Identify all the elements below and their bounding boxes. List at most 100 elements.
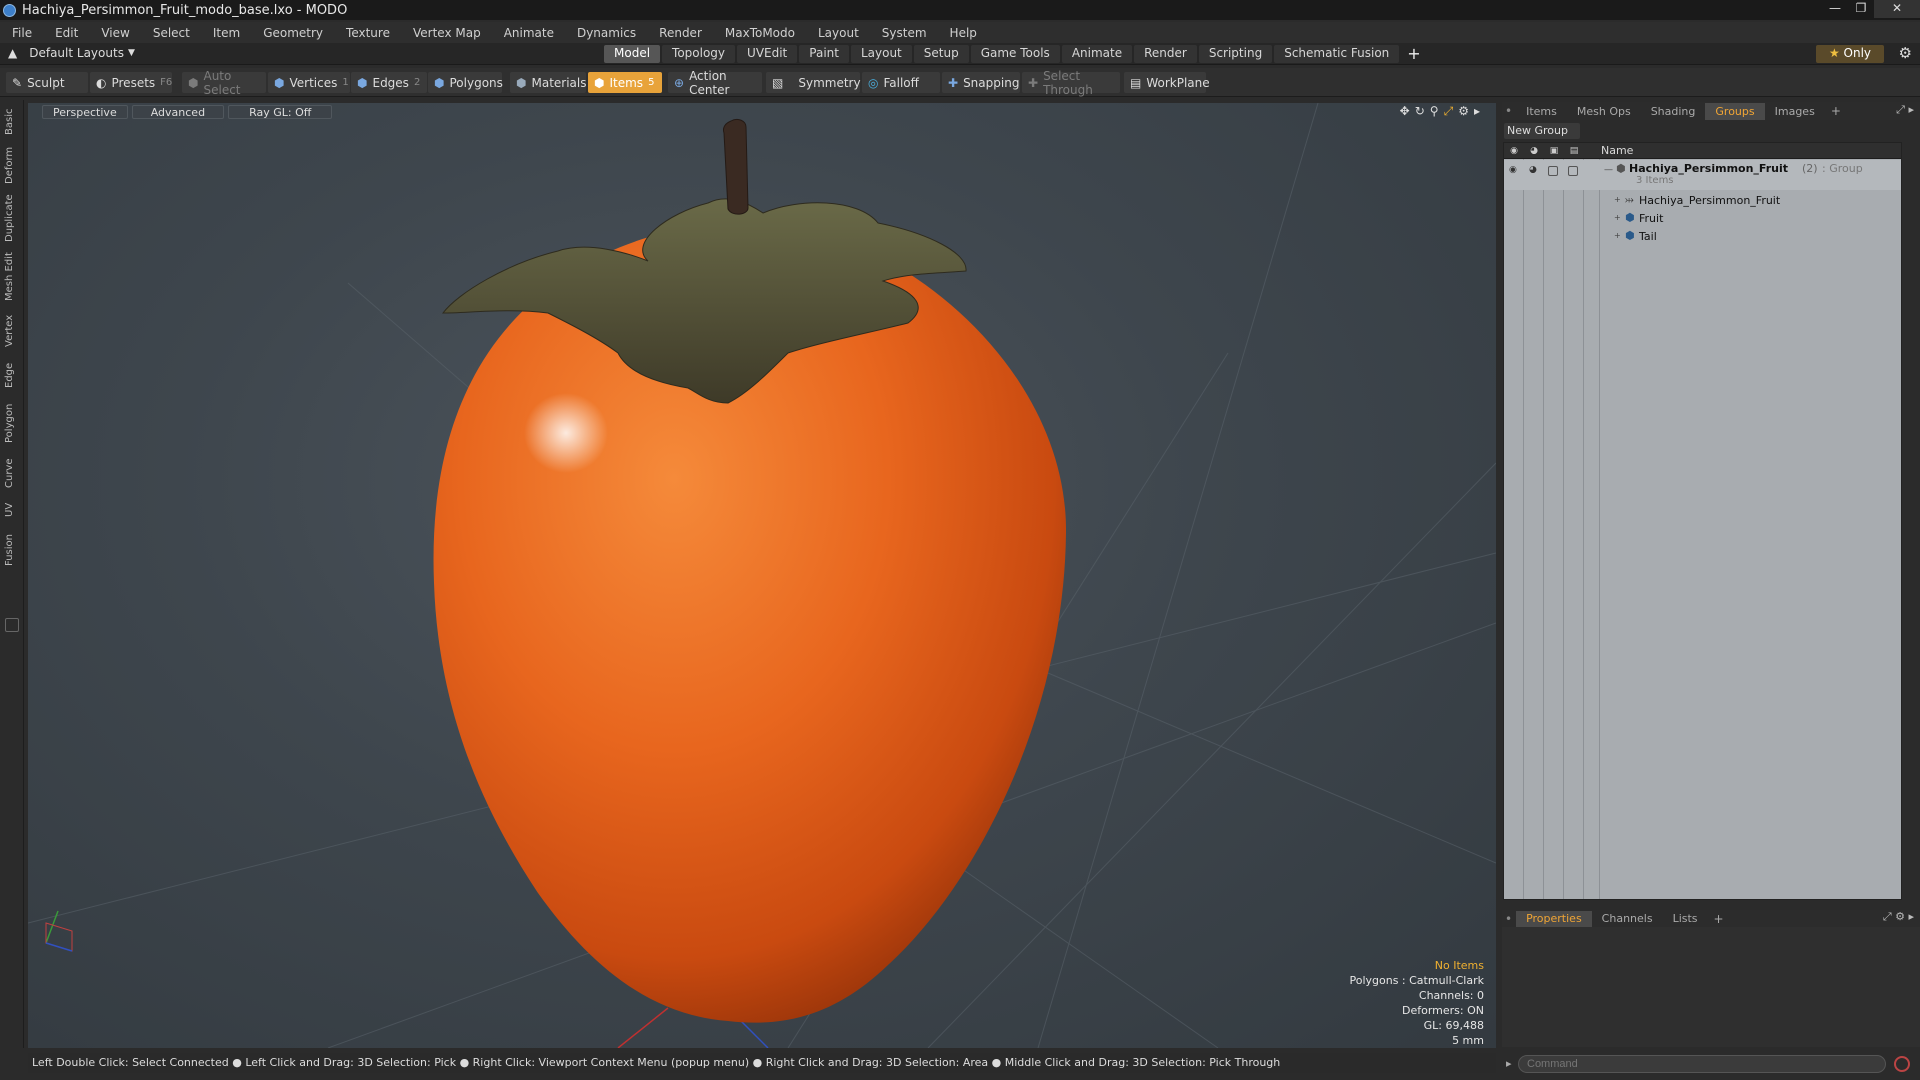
strip-toggle-button[interactable] [5,618,19,632]
sculpt-button[interactable]: ✎ Sculpt [6,72,88,93]
render-icon[interactable]: ◕ [1529,165,1537,175]
vtab-uv[interactable]: UV [4,498,20,522]
3d-viewport[interactable]: Perspective Advanced Ray GL: Off ✥ ↻ ⚲ ⤢… [28,103,1496,1048]
menu-help[interactable]: Help [950,26,977,40]
viewport-view-button[interactable]: Perspective [42,105,128,119]
tab-render[interactable]: Render [1134,45,1197,63]
tab-game-tools[interactable]: Game Tools [970,45,1060,63]
command-history-icon[interactable]: ▸ [1506,1057,1512,1070]
presets-button[interactable]: ◐ Presets F6 [90,72,172,93]
snapping-button[interactable]: ✚ Snapping [942,72,1020,93]
expand-icon[interactable]: + [1614,195,1621,204]
menu-geometry[interactable]: Geometry [263,26,323,40]
expand-icon[interactable]: + [1614,231,1621,240]
menu-item[interactable]: Item [213,26,240,40]
falloff-button[interactable]: ◎ Falloff [862,72,940,93]
raygl-button[interactable]: Ray GL: Off [228,105,333,119]
maximize-button[interactable]: ❐ [1848,0,1874,18]
tab-topology[interactable]: Topology [662,45,736,63]
rotate-view-icon[interactable]: ↻ [1415,104,1425,119]
collapse-icon[interactable]: — [1604,165,1613,175]
tab-layout[interactable]: Layout [850,45,912,63]
list-item[interactable]: + ⤔ Hachiya_Persimmon_Fruit [1504,192,1901,210]
tab-properties[interactable]: Properties [1516,910,1592,927]
vtab-curve[interactable]: Curve [4,454,20,492]
viewport-settings-icon[interactable]: ⚙ [1458,104,1469,119]
symmetry-button[interactable]: ▧ Symmetry [766,72,861,93]
panel-expand-icon[interactable]: ⤢ ⚙ ▸ [1883,910,1914,924]
close-button[interactable]: ✕ [1874,0,1920,18]
new-group-button[interactable]: New Group [1504,123,1580,139]
tab-paint[interactable]: Paint [799,45,849,63]
add-panel-tab-icon[interactable]: + [1708,912,1730,926]
menu-file[interactable]: File [12,26,32,40]
items-button[interactable]: ⬢ Items 5 [588,72,662,93]
group-row[interactable]: ◉ ◕ — ⬢ Hachiya_Persimmon_Fruit (2) : Gr… [1504,160,1901,190]
menu-maxtomodo[interactable]: MaxToModo [725,26,795,40]
select-column-icon[interactable]: ▤ [1567,144,1581,158]
menu-texture[interactable]: Texture [346,26,390,40]
minimize-button[interactable]: — [1822,0,1848,18]
vtab-fusion[interactable]: Fusion [4,530,20,570]
fit-view-icon[interactable]: ⤢ [1444,104,1454,119]
menu-edit[interactable]: Edit [55,26,78,40]
default-layouts-dropdown[interactable]: ▲ Default Layouts ▼ [8,46,135,60]
tab-lists[interactable]: Lists [1663,911,1708,927]
menu-animate[interactable]: Animate [504,26,554,40]
tab-animate[interactable]: Animate [1061,45,1133,63]
tab-setup[interactable]: Setup [913,45,969,63]
zoom-view-icon[interactable]: ⚲ [1430,104,1439,119]
tab-mesh-ops[interactable]: Mesh Ops [1567,103,1641,120]
tab-items[interactable]: Items [1516,103,1567,120]
tab-schematic-fusion[interactable]: Schematic Fusion [1274,45,1400,63]
vtab-mesh-edit[interactable]: Mesh Edit [4,250,20,304]
expand-icon[interactable]: + [1614,213,1621,222]
menu-system[interactable]: System [882,26,927,40]
select-toggle[interactable] [1568,166,1578,176]
eye-icon[interactable]: ◉ [1509,165,1517,175]
tab-images[interactable]: Images [1765,103,1825,120]
edges-button[interactable]: ⬢ Edges 2 [351,72,427,93]
menu-vertex-map[interactable]: Vertex Map [413,26,481,40]
auto-select-button[interactable]: ⬢ Auto Select [182,69,266,97]
polygons-button[interactable]: ⬢ Polygons [428,72,503,93]
action-center-button[interactable]: ⊕ Action Center [668,69,762,97]
menu-select[interactable]: Select [153,26,190,40]
command-input[interactable] [1518,1055,1886,1073]
visibility-column-icon[interactable]: ◉ [1507,144,1521,158]
persimmon-stem[interactable] [723,118,749,215]
menu-render[interactable]: Render [659,26,702,40]
tab-scripting[interactable]: Scripting [1198,45,1273,63]
viewport-expand-icon[interactable]: ▸ [1474,104,1480,119]
vtab-polygon[interactable]: Polygon [4,398,20,448]
panel-expand-icon[interactable]: ⤢ ▸ [1896,103,1914,117]
vtab-deform[interactable]: Deform [4,144,20,186]
lock-column-icon[interactable]: ▣ [1547,144,1561,158]
vtab-edge[interactable]: Edge [4,358,20,392]
tab-uvedit[interactable]: UVEdit [737,45,798,63]
list-item[interactable]: + ⬢ Fruit [1504,210,1901,228]
gear-icon[interactable]: ⚙ [1899,44,1912,62]
menu-dynamics[interactable]: Dynamics [577,26,636,40]
lock-toggle[interactable] [1548,166,1558,176]
materials-button[interactable]: ⬢ Materials [510,72,587,93]
vtab-vertex[interactable]: Vertex [4,310,20,352]
menu-layout[interactable]: Layout [818,26,859,40]
workplane-button[interactable]: ▤ WorkPlane [1124,72,1210,93]
stop-icon[interactable] [1894,1056,1910,1072]
render-column-icon[interactable]: ◕ [1527,144,1541,158]
move-view-icon[interactable]: ✥ [1400,104,1410,119]
add-tab-icon[interactable]: + [1401,45,1426,63]
tab-shading[interactable]: Shading [1641,103,1706,120]
tab-model[interactable]: Model [604,45,661,63]
vtab-duplicate[interactable]: Duplicate [4,192,20,244]
menu-view[interactable]: View [101,26,129,40]
select-through-button[interactable]: ✚ Select Through [1022,69,1120,97]
name-column-header[interactable]: Name [1601,144,1633,157]
tab-channels[interactable]: Channels [1592,911,1663,927]
add-panel-tab-icon[interactable]: + [1825,104,1847,118]
vertices-button[interactable]: ⬢ Vertices 1 [268,72,350,93]
list-item[interactable]: + ⬢ Tail [1504,228,1901,246]
tab-groups[interactable]: Groups [1705,102,1765,120]
only-button[interactable]: ★ Only [1816,45,1884,63]
